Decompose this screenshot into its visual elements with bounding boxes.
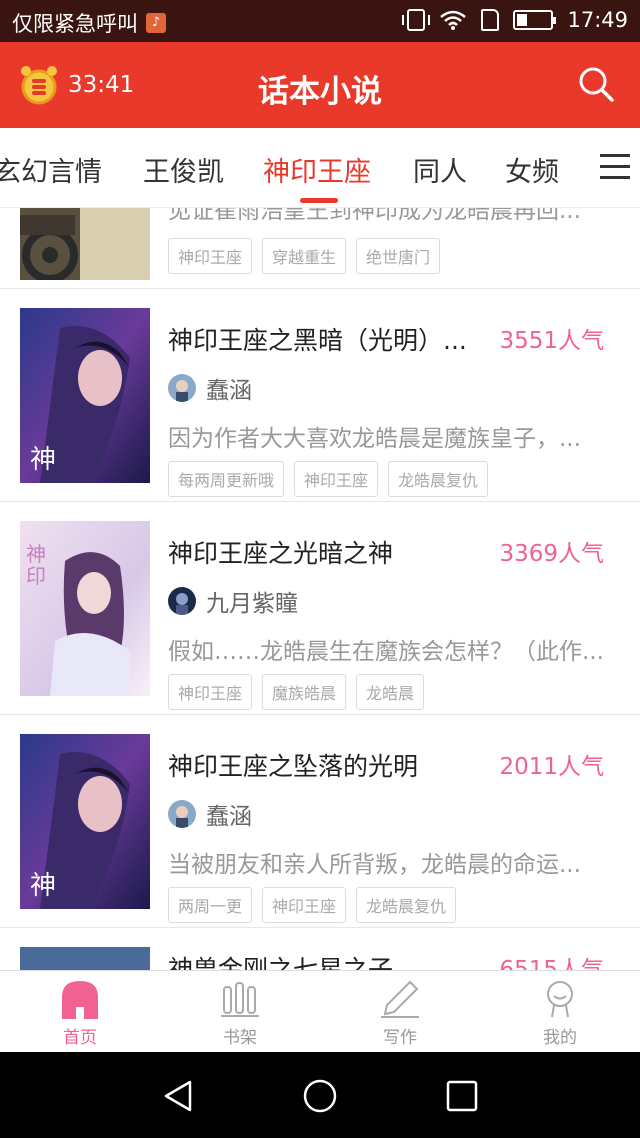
home-icon [62,981,98,1019]
tab-shenyinwangzuo[interactable]: 神印王座 [263,150,371,189]
book-tag[interactable]: 两周一更 [168,887,253,923]
bookshelf-icon [221,982,259,1017]
book-cover[interactable] [20,947,150,970]
svg-text:神: 神 [30,445,56,475]
book-tags: 神印王座 穿越重生 绝世唐门 [168,238,441,274]
back-icon[interactable] [160,1078,196,1114]
book-tag[interactable]: 神印王座 [168,674,253,710]
svg-text:神: 神 [26,542,46,566]
book-list: 见证崔雨浩皇王到神印成为龙皓晨再回... 神印王座 穿越重生 绝世唐门 神 神印… [0,208,640,970]
app-header: 33:41 话本小说 [0,42,640,128]
author-row[interactable]: 九月紫瞳 [168,584,298,618]
author-avatar [168,374,196,402]
menu-icon[interactable] [600,154,630,180]
book-title[interactable]: 神印王座之黑暗（光明）... [168,321,488,357]
book-tag[interactable]: 龙皓晨复仇 [356,887,457,923]
category-tab-bar: 玄幻言情 王俊凯 神印王座 同人 女频 [0,128,640,208]
book-tags: 每两周更新哦 神印王座 龙皓晨复仇 [168,461,489,497]
battery-icon [513,10,557,30]
book-popularity: 3551人气 [499,328,604,354]
app-title: 话本小说 [258,74,382,110]
svg-text:神: 神 [30,871,56,901]
tab-wangjunkai[interactable]: 王俊凯 [143,150,224,189]
book-cover[interactable]: 神 [20,308,150,483]
tab-tongren[interactable]: 同人 [413,150,467,189]
book-title[interactable]: 神兽金刚之七星之子 [168,950,488,970]
book-item[interactable]: 神 神印王座之黑暗（光明）... 3551人气 蠢涵 因为作者大大喜欢龙皓晨是魔… [0,289,640,502]
nav-home-label: 首页 [63,1028,97,1048]
author-name: 蠢涵 [206,378,252,404]
nav-profile[interactable]: 我的 [520,979,600,1048]
book-summary: 当被朋友和亲人所背叛，龙皓晨的命运... [168,852,581,878]
home-circle-icon[interactable] [302,1078,338,1114]
author-row[interactable]: 蠢涵 [168,371,252,405]
nav-write-label: 写作 [383,1028,417,1048]
book-item[interactable]: 神 印 神印王座之光暗之神 3369人气 九月紫瞳 假如……龙皓晨生在魔族会怎样… [0,502,640,715]
svg-text:印: 印 [26,564,46,588]
book-summary: 假如……龙皓晨生在魔族会怎样？（此作... [168,639,604,665]
book-cover[interactable]: 神 [20,734,150,909]
tab-xuanhuan[interactable]: 玄幻言情 [0,150,102,189]
nav-write[interactable]: 写作 [360,979,440,1048]
author-name: 九月紫瞳 [206,591,298,617]
profile-icon [547,981,573,1018]
recents-icon[interactable] [444,1078,480,1114]
book-popularity: 2011人气 [499,754,604,780]
book-tag[interactable]: 神印王座 [294,461,379,497]
book-tag[interactable]: 龙皓晨复仇 [388,461,489,497]
book-title[interactable]: 神印王座之坠落的光明 [168,747,488,783]
book-tag[interactable]: 龙皓晨 [356,674,425,710]
book-popularity: 3369人气 [499,541,604,567]
book-tag[interactable]: 神印王座 [262,887,347,923]
book-tag[interactable]: 绝世唐门 [356,238,441,274]
wifi-icon [440,10,467,30]
bottom-nav: 首页 书架 写作 我的 [0,970,640,1052]
pencil-icon [381,980,419,1018]
book-item[interactable]: 神兽金刚之七星之子 6515人气 [0,928,640,970]
book-tags: 神印王座 魔族皓晨 龙皓晨 [168,674,425,710]
book-summary: 见证崔雨浩皇王到神印成为龙皓晨再回... [168,208,581,224]
sim-icon [481,9,500,31]
author-avatar [168,800,196,828]
nav-home[interactable]: 首页 [40,979,120,1048]
book-tag[interactable]: 每两周更新哦 [168,461,285,497]
status-time: 17:49 [567,8,628,32]
author-avatar [168,587,196,615]
book-title[interactable]: 神印王座之光暗之神 [168,534,488,570]
nav-profile-label: 我的 [543,1028,577,1048]
carrier-text: 仅限紧急呼叫 [12,12,138,36]
search-icon[interactable] [576,64,616,104]
vibrate-icon [402,9,431,31]
author-row[interactable]: 蠢涵 [168,797,252,831]
music-app-icon: ♪ [146,13,166,33]
nav-bookshelf-label: 书架 [223,1028,257,1048]
author-name: 蠢涵 [206,804,252,830]
book-tags: 两周一更 神印王座 龙皓晨复仇 [168,887,457,923]
book-item[interactable]: 见证崔雨浩皇王到神印成为龙皓晨再回... 神印王座 穿越重生 绝世唐门 [0,208,640,289]
book-tag[interactable]: 神印王座 [168,238,253,274]
book-popularity: 6515人气 [499,957,604,970]
status-bar: 仅限紧急呼叫 ♪ 17:49 [0,0,640,42]
tab-nvpin[interactable]: 女频 [505,150,559,189]
nav-bookshelf[interactable]: 书架 [200,979,280,1048]
system-nav-bar [0,1052,640,1138]
book-tag[interactable]: 魔族皓晨 [262,674,347,710]
book-tag[interactable]: 穿越重生 [262,238,347,274]
book-summary: 因为作者大大喜欢龙皓晨是魔族皇子，... [168,426,581,452]
book-cover[interactable]: 神 印 [20,521,150,696]
book-item[interactable]: 神 神印王座之坠落的光明 2011人气 蠢涵 当被朋友和亲人所背叛，龙皓晨的命运… [0,715,640,928]
active-tab-indicator [300,198,338,203]
book-cover[interactable] [20,208,150,280]
